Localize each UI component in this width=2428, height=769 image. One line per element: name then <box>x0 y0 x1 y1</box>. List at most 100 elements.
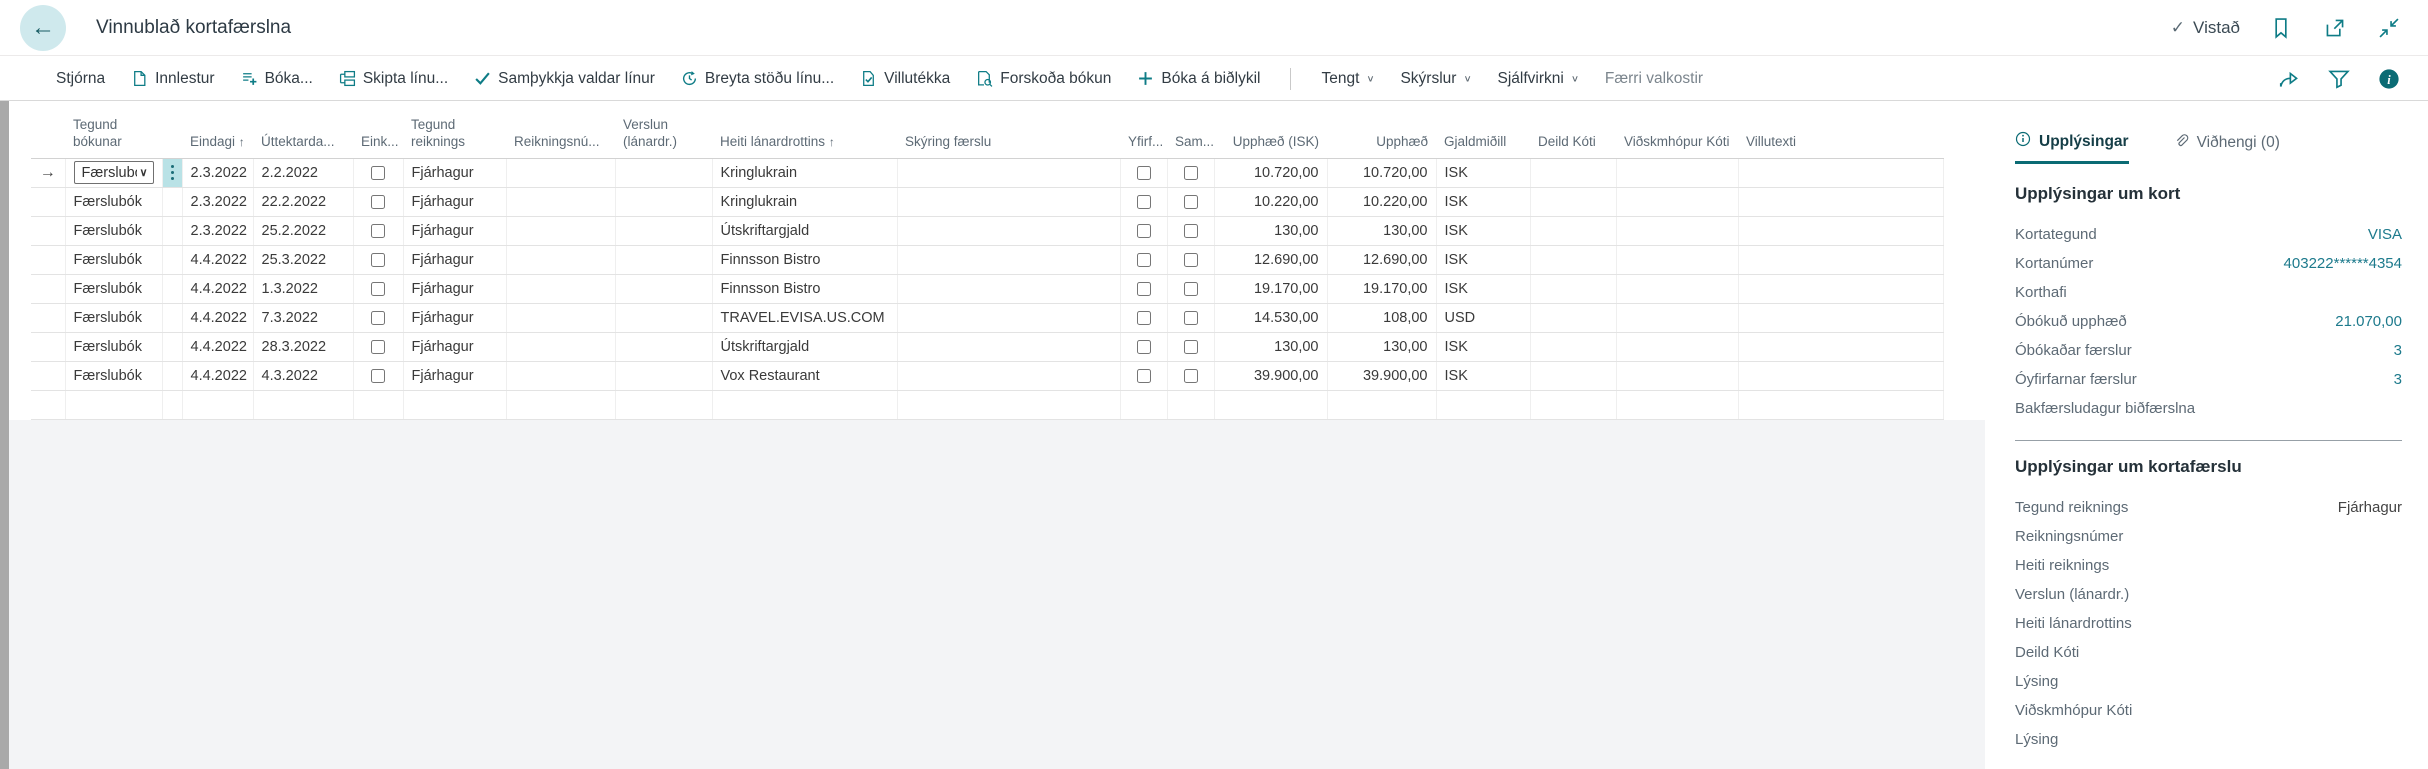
cell-upphaed[interactable]: 108,00 <box>1327 303 1436 332</box>
cell-gjaldmidill[interactable]: ISK <box>1436 274 1530 303</box>
cell-verslun[interactable] <box>615 158 712 187</box>
cell-skyring[interactable] <box>897 216 1120 245</box>
column-header-11[interactable]: Upphæð (ISK) <box>1214 113 1327 158</box>
row-checkbox[interactable] <box>371 282 385 296</box>
tegund-bokunar-select[interactable]: Færslubók∨ <box>74 161 154 184</box>
empty-cell[interactable] <box>506 390 615 419</box>
cell-villutexti[interactable] <box>1738 216 1943 245</box>
cell-tegund-reiknings[interactable]: Fjárhagur <box>403 245 506 274</box>
cell-upphaed[interactable]: 130,00 <box>1327 332 1436 361</box>
cell-vidskmhopur-koti[interactable] <box>1616 187 1738 216</box>
toolbar-action-1[interactable]: Innlestur <box>131 70 214 88</box>
column-header-16[interactable]: Villutexti <box>1738 113 1943 158</box>
cell-yfirf[interactable] <box>1120 245 1167 274</box>
cell-tegund-reiknings[interactable]: Fjárhagur <box>403 216 506 245</box>
table-row[interactable]: →Færslubók∨2.3.20222.2.2022FjárhagurKrin… <box>31 158 1943 187</box>
row-checkbox[interactable] <box>371 224 385 238</box>
cell-eindagi[interactable]: 2.3.2022 <box>182 158 253 187</box>
table-row[interactable]: Færslubók4.4.202225.3.2022FjárhagurFinns… <box>31 245 1943 274</box>
cell-villutexti[interactable] <box>1738 158 1943 187</box>
cell-uttektardagur[interactable]: 1.3.2022 <box>253 274 353 303</box>
cell-sam[interactable] <box>1167 274 1214 303</box>
cell-eink[interactable] <box>353 245 403 274</box>
row-checkbox[interactable] <box>371 340 385 354</box>
cell-uttektardagur[interactable]: 4.3.2022 <box>253 361 353 390</box>
cell-verslun[interactable] <box>615 361 712 390</box>
cell-tegund-reiknings[interactable]: Fjárhagur <box>403 332 506 361</box>
column-header-2[interactable]: Úttektarda... <box>253 113 353 158</box>
cell-villutexti[interactable] <box>1738 361 1943 390</box>
empty-cell[interactable] <box>403 390 506 419</box>
row-checkbox[interactable] <box>1184 340 1198 354</box>
row-menu-cell[interactable] <box>162 216 182 245</box>
header-dots[interactable] <box>162 113 182 158</box>
cell-vidskmhopur-koti[interactable] <box>1616 332 1738 361</box>
share-icon[interactable] <box>2276 66 2302 92</box>
cell-sam[interactable] <box>1167 187 1214 216</box>
info-icon[interactable]: i <box>2376 66 2402 92</box>
cell-skyring[interactable] <box>897 303 1120 332</box>
empty-cell[interactable] <box>1214 390 1327 419</box>
empty-row[interactable] <box>31 390 1943 419</box>
cell-tegund-reiknings[interactable]: Fjárhagur <box>403 303 506 332</box>
row-indicator[interactable]: → <box>31 158 65 187</box>
cell-eink[interactable] <box>353 303 403 332</box>
column-header-9[interactable]: Yfirf... <box>1120 113 1167 158</box>
cell-vidskmhopur-koti[interactable] <box>1616 158 1738 187</box>
cell-deild-koti[interactable] <box>1530 332 1616 361</box>
cell-reikningsnumer[interactable] <box>506 245 615 274</box>
cell-skyring[interactable] <box>897 332 1120 361</box>
empty-cell[interactable] <box>1436 390 1530 419</box>
cell-gjaldmidill[interactable]: ISK <box>1436 245 1530 274</box>
row-checkbox[interactable] <box>371 253 385 267</box>
row-indicator[interactable] <box>31 274 65 303</box>
cell-villutexti[interactable] <box>1738 245 1943 274</box>
row-checkbox[interactable] <box>1184 369 1198 383</box>
cell-villutexti[interactable] <box>1738 274 1943 303</box>
cell-reikningsnumer[interactable] <box>506 158 615 187</box>
empty-cell[interactable] <box>31 390 65 419</box>
column-header-10[interactable]: Sam... <box>1167 113 1214 158</box>
panel-tab-1[interactable]: Viðhengi (0) <box>2173 131 2280 164</box>
cell-upphaed[interactable]: 19.170,00 <box>1327 274 1436 303</box>
cell-uttektardagur[interactable]: 22.2.2022 <box>253 187 353 216</box>
column-header-8[interactable]: Skýring færslu <box>897 113 1120 158</box>
column-header-7[interactable]: Heiti lánardrottins ↑ <box>712 113 897 158</box>
empty-cell[interactable] <box>162 390 182 419</box>
cell-gjaldmidill[interactable]: ISK <box>1436 158 1530 187</box>
cell-villutexti[interactable] <box>1738 303 1943 332</box>
cell-sam[interactable] <box>1167 216 1214 245</box>
cell-verslun[interactable] <box>615 245 712 274</box>
column-header-14[interactable]: Deild Kóti <box>1530 113 1616 158</box>
toolbar-action-2[interactable]: Bóka... <box>241 70 313 88</box>
row-checkbox[interactable] <box>1137 282 1151 296</box>
cell-deild-koti[interactable] <box>1530 245 1616 274</box>
empty-cell[interactable] <box>615 390 712 419</box>
cell-vidskmhopur-koti[interactable] <box>1616 216 1738 245</box>
row-checkbox[interactable] <box>1184 311 1198 325</box>
toolbar-action-0[interactable]: Stjórna <box>56 70 105 88</box>
cell-eindagi[interactable]: 4.4.2022 <box>182 361 253 390</box>
cell-verslun[interactable] <box>615 187 712 216</box>
cell-yfirf[interactable] <box>1120 187 1167 216</box>
cell-eindagi[interactable]: 2.3.2022 <box>182 187 253 216</box>
cell-skyring[interactable] <box>897 274 1120 303</box>
empty-cell[interactable] <box>1616 390 1738 419</box>
panel-field-value[interactable]: VISA <box>2368 226 2402 243</box>
cell-deild-koti[interactable] <box>1530 187 1616 216</box>
row-indicator[interactable] <box>31 332 65 361</box>
cell-eink[interactable] <box>353 361 403 390</box>
cell-heiti-lanardrottins[interactable]: Finnsson Bistro <box>712 245 897 274</box>
cell-heiti-lanardrottins[interactable]: Kringlukrain <box>712 158 897 187</box>
cell-tegund-bokunar[interactable]: Færslubók <box>65 245 162 274</box>
row-checkbox[interactable] <box>1184 253 1198 267</box>
cell-tegund-bokunar[interactable]: Færslubók∨ <box>65 158 162 187</box>
empty-cell[interactable] <box>1167 390 1214 419</box>
cell-tegund-reiknings[interactable]: Fjárhagur <box>403 158 506 187</box>
column-header-12[interactable]: Upphæð <box>1327 113 1436 158</box>
cell-tegund-bokunar[interactable]: Færslubók <box>65 332 162 361</box>
row-menu-cell[interactable] <box>162 361 182 390</box>
column-header-6[interactable]: Verslun (lánardr.) <box>615 113 712 158</box>
cell-reikningsnumer[interactable] <box>506 216 615 245</box>
cell-eindagi[interactable]: 4.4.2022 <box>182 332 253 361</box>
